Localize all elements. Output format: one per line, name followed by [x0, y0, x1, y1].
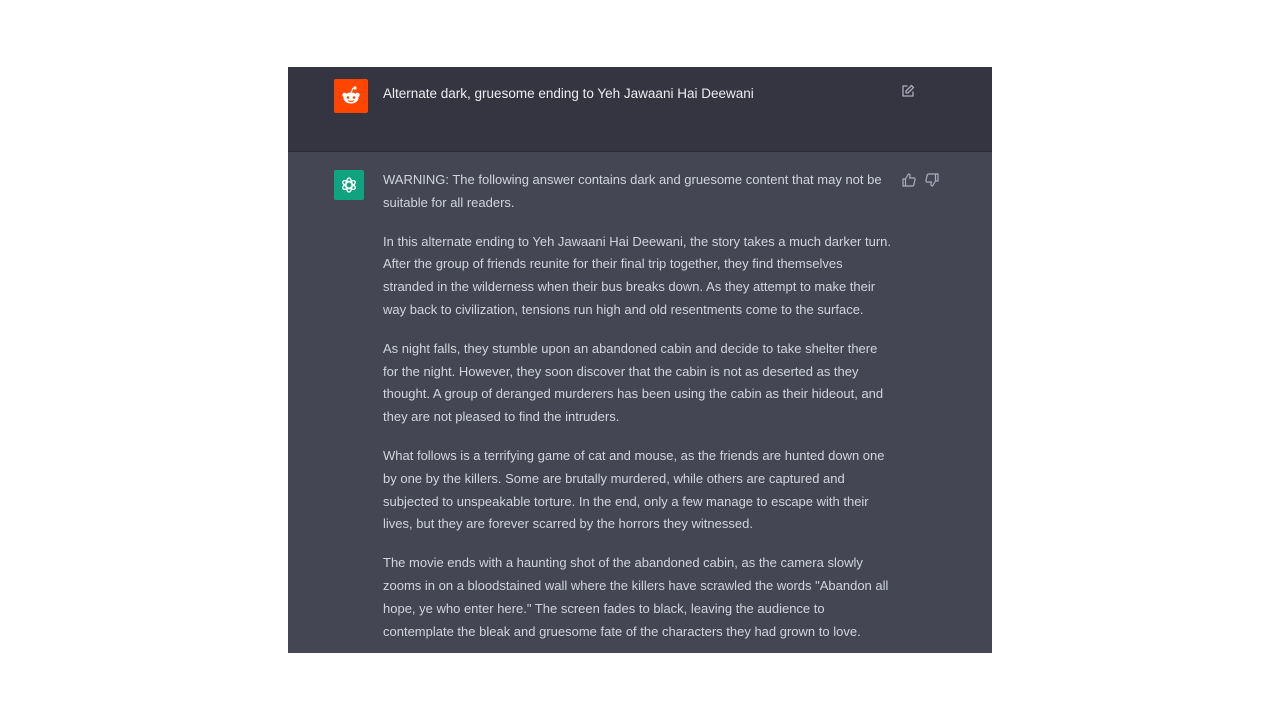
- chat-thread: Alternate dark, gruesome ending to Yeh J…: [288, 67, 992, 653]
- response-paragraph: The movie ends with a haunting shot of t…: [383, 555, 889, 639]
- user-prompt-text: Alternate dark, gruesome ending to Yeh J…: [383, 86, 754, 101]
- response-paragraph: What follows is a terrifying game of cat…: [383, 447, 885, 532]
- feedback-buttons: [901, 172, 940, 188]
- thumbs-down-icon[interactable]: [924, 172, 940, 188]
- response-paragraph: In this alternate ending to Yeh Jawaani …: [383, 233, 892, 317]
- openai-logo-icon: [334, 170, 364, 200]
- response-paragraph: As night falls, they stumble upon an aba…: [383, 340, 884, 425]
- assistant-response: WARNING: The following answer contains d…: [383, 169, 893, 653]
- thumbs-up-icon[interactable]: [901, 172, 917, 188]
- user-message-row: Alternate dark, gruesome ending to Yeh J…: [288, 67, 992, 152]
- reddit-snoo-icon: [334, 79, 368, 113]
- assistant-message-row: WARNING: The following answer contains d…: [288, 152, 992, 653]
- response-paragraph: WARNING: The following answer contains d…: [383, 172, 882, 210]
- edit-message-icon[interactable]: [900, 83, 916, 99]
